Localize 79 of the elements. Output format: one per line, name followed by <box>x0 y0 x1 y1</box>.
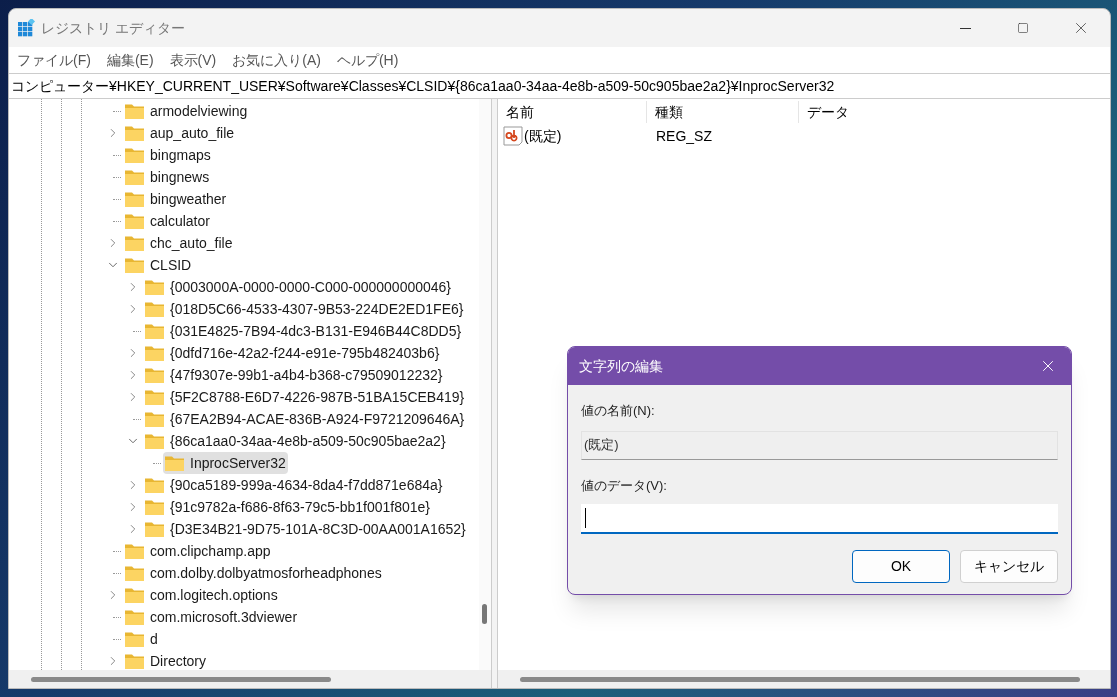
value-name-cell[interactable]: (既定) <box>498 125 647 147</box>
folder-icon <box>145 411 164 427</box>
column-header[interactable]: 名前 <box>498 101 647 123</box>
window-title: レジストリ エディター <box>41 18 185 38</box>
folder-icon <box>145 499 164 515</box>
tree-item[interactable]: com.microsoft.3dviewer <box>123 606 300 628</box>
tree-item[interactable]: {0dfd716e-42a2-f244-e91e-795b482403b6} <box>143 342 442 364</box>
maximize-icon <box>1017 22 1029 34</box>
tree-item[interactable]: bingnews <box>123 166 212 188</box>
folder-icon <box>125 653 144 669</box>
folder-icon <box>145 433 164 449</box>
folder-icon <box>145 367 164 383</box>
folder-icon <box>125 257 144 273</box>
tree-item[interactable]: d <box>123 628 160 650</box>
folder-icon <box>145 345 164 361</box>
tree-item[interactable]: {D3E34B21-9D75-101A-8C3D-00AA001A1652} <box>143 518 468 540</box>
menu-item[interactable]: 編集(E) <box>100 49 160 71</box>
folder-icon <box>125 125 144 141</box>
horizontal-scrollbar[interactable] <box>498 670 1110 688</box>
tree-item[interactable]: aup_auto_file <box>123 122 237 144</box>
value-name-field: (既定) <box>581 430 1058 460</box>
folder-icon <box>125 235 144 251</box>
string-value-icon <box>503 126 523 146</box>
folder-icon <box>125 609 144 625</box>
tree-item[interactable]: {031E4825-7B94-4dc3-B131-E946B44C8DD5} <box>143 320 464 342</box>
value-name-label: 値の名前(N): <box>581 402 656 420</box>
menu-item[interactable]: ヘルプ(H) <box>330 49 405 71</box>
tree-item[interactable]: bingmaps <box>123 144 213 166</box>
tree-item[interactable]: CLSID <box>123 254 194 276</box>
menu-item[interactable]: ファイル(F) <box>11 49 97 71</box>
folder-icon <box>165 455 184 471</box>
tree-item[interactable]: calculator <box>123 210 212 232</box>
column-header[interactable]: 種類 <box>647 101 799 123</box>
folder-icon <box>145 301 164 317</box>
registry-app-icon <box>17 19 35 37</box>
folder-icon <box>125 169 144 185</box>
folder-icon <box>125 631 144 647</box>
menu-item[interactable]: お気に入り(A) <box>226 49 327 71</box>
tree-item[interactable]: {91c9782a-f686-8f63-79c5-bb1f001f801e} <box>143 496 432 518</box>
tree-item[interactable]: com.clipchamp.app <box>123 540 273 562</box>
dialog-button[interactable]: キャンセル <box>960 550 1058 583</box>
tree-item[interactable]: {90ca5189-999a-4634-8da4-f7dd871e684a} <box>143 474 445 496</box>
minimize-icon <box>959 27 971 29</box>
tree-item[interactable]: {018D5C66-4533-4307-9B53-224DE2ED1FE6} <box>143 298 466 320</box>
menu-item[interactable]: 表示(V) <box>163 49 223 71</box>
dialog-title: 文字列の編集 <box>579 356 663 376</box>
dialog-button[interactable]: OK <box>852 550 950 583</box>
value-type-cell-text: REG_SZ <box>655 126 713 146</box>
folder-icon <box>125 103 144 119</box>
tree-item[interactable]: chc_auto_file <box>123 232 235 254</box>
folder-icon <box>125 191 144 207</box>
value-data-label: 値のデータ(V): <box>581 476 668 495</box>
tree-item[interactable]: {47f9307e-99b1-a4b4-b368-c79509012232} <box>143 364 445 386</box>
text-cursor <box>585 508 586 528</box>
folder-icon <box>125 213 144 229</box>
column-header[interactable]: データ <box>799 101 949 123</box>
vertical-scrollbar[interactable] <box>479 99 491 670</box>
tree-item[interactable]: {0003000A-0000-0000-C000-000000000046} <box>143 276 454 298</box>
tree-item[interactable]: Directory <box>123 650 208 670</box>
tree-item[interactable]: InprocServer32 <box>163 452 288 474</box>
folder-icon <box>125 147 144 163</box>
tree-item[interactable]: {86ca1aa0-34aa-4e8b-a509-50c905bae2a2} <box>143 430 448 452</box>
folder-icon <box>125 565 144 581</box>
tree-item[interactable]: bingweather <box>123 188 229 210</box>
folder-icon <box>145 389 164 405</box>
folder-icon <box>145 323 164 339</box>
folder-icon <box>145 477 164 493</box>
address-bar[interactable]: コンピューター¥HKEY_CURRENT_USER¥Software¥Classes¥CLSID¥{86ca1aa0-34aa-4e8b-a509-50c905bae2a2}¥InprocServer32 <box>9 73 1110 99</box>
value-data-field[interactable] <box>581 504 1058 534</box>
tree-item[interactable]: com.dolby.dolbyatmosforheadphones <box>123 562 384 584</box>
tree-item[interactable]: {5F2C8788-E6D7-4226-987B-51BA15CEB419} <box>143 386 467 408</box>
tree-item[interactable]: armodelviewing <box>123 100 250 122</box>
folder-icon <box>145 521 164 537</box>
folder-icon <box>125 543 144 559</box>
folder-icon <box>145 279 164 295</box>
folder-icon <box>125 587 144 603</box>
tree-item[interactable]: com.logitech.options <box>123 584 280 606</box>
tree-item[interactable]: {67EA2B94-ACAE-836B-A924-F9721209646A} <box>143 408 467 430</box>
horizontal-scrollbar[interactable] <box>9 670 491 688</box>
